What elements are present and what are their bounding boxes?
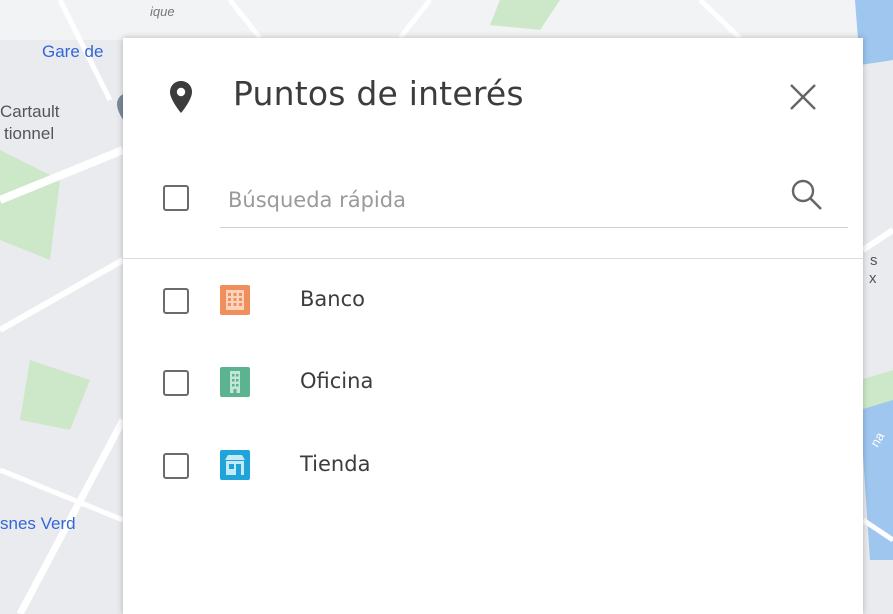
location-pin-icon — [170, 81, 192, 113]
search-input[interactable] — [220, 173, 848, 228]
map-label: ique — [150, 4, 175, 19]
shop-icon — [220, 450, 250, 480]
map-label: s — [870, 252, 878, 269]
poi-item-label: Tienda — [300, 452, 371, 476]
map-label: x — [869, 270, 877, 287]
map-label: Cartault — [0, 102, 60, 121]
office-icon — [220, 367, 250, 397]
divider — [123, 258, 863, 259]
close-icon[interactable] — [788, 82, 818, 112]
search-icon[interactable] — [790, 178, 824, 212]
map-label: tionnel — [4, 124, 55, 143]
poi-item-label: Oficina — [300, 369, 374, 393]
select-all-checkbox[interactable] — [163, 185, 189, 211]
map-label: Gare de — [42, 42, 104, 61]
poi-checkbox[interactable] — [163, 370, 189, 396]
poi-item-banco[interactable]: Banco — [123, 271, 863, 331]
poi-panel: Puntos de interés Banco — [123, 38, 863, 614]
poi-item-oficina[interactable]: Oficina — [123, 353, 863, 413]
poi-checkbox[interactable] — [163, 288, 189, 314]
map-label: snes Verd — [0, 514, 76, 533]
poi-checkbox[interactable] — [163, 453, 189, 479]
poi-item-tienda[interactable]: Tienda — [123, 436, 863, 496]
bank-icon — [220, 285, 250, 315]
panel-title: Puntos de interés — [233, 74, 524, 113]
poi-item-label: Banco — [300, 287, 365, 311]
